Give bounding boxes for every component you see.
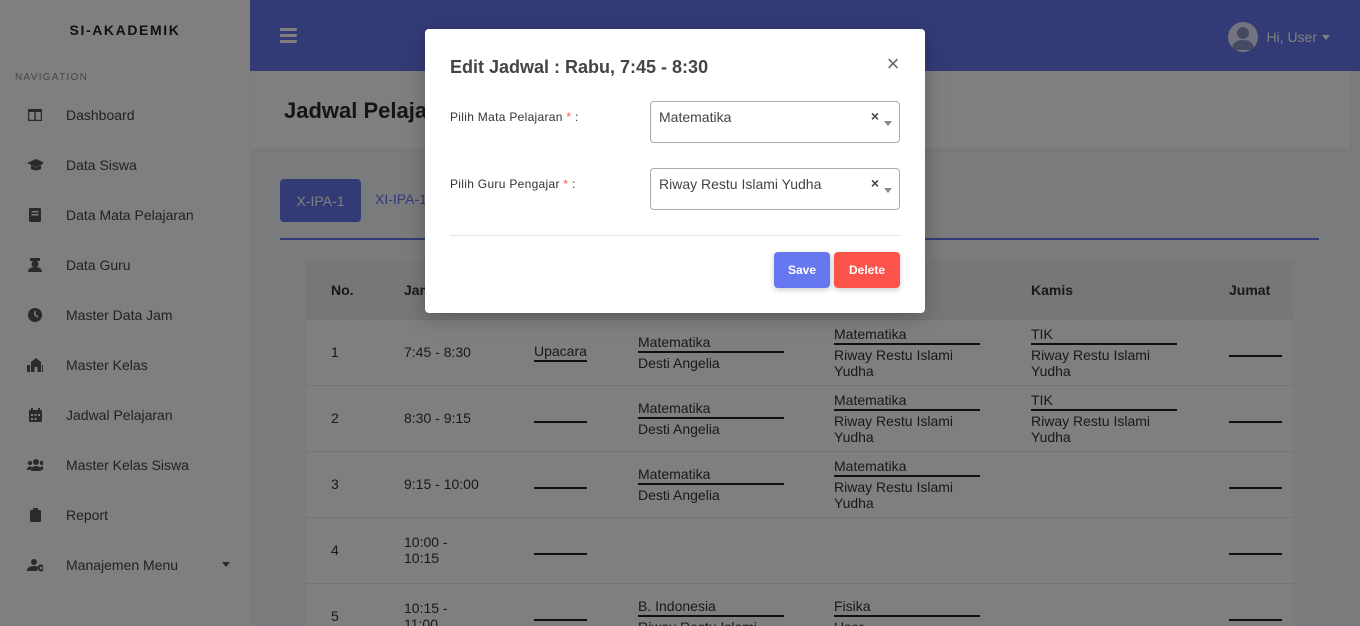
chevron-down-icon[interactable] [884, 121, 892, 126]
label-colon: : [572, 177, 576, 191]
edit-jadwal-modal: Edit Jadwal : Rabu, 7:45 - 8:30 × Pilih … [425, 29, 925, 313]
mapel-label-text: Pilih Mata Pelajaran [450, 110, 563, 124]
save-button[interactable]: Save [774, 252, 830, 288]
required-mark: * [563, 177, 569, 191]
close-icon[interactable]: × [886, 53, 900, 75]
modal-title: Edit Jadwal : Rabu, 7:45 - 8:30 [450, 57, 709, 77]
mapel-label: Pilih Mata Pelajaran * : [450, 110, 579, 124]
label-colon: : [575, 110, 579, 124]
clear-selection-icon[interactable]: × [871, 175, 879, 191]
mapel-select[interactable]: Matematika × [650, 101, 900, 143]
required-mark: * [566, 110, 572, 124]
guru-label-text: Pilih Guru Pengajar [450, 177, 560, 191]
delete-button[interactable]: Delete [834, 252, 900, 288]
mapel-selected-value: Matematika [659, 109, 732, 125]
chevron-down-icon[interactable] [884, 188, 892, 193]
guru-label: Pilih Guru Pengajar * : [450, 177, 576, 191]
guru-select[interactable]: Riway Restu Islami Yudha × [650, 168, 900, 210]
guru-selected-value: Riway Restu Islami Yudha [659, 176, 822, 192]
clear-selection-icon[interactable]: × [871, 108, 879, 124]
modal-divider [450, 235, 900, 236]
